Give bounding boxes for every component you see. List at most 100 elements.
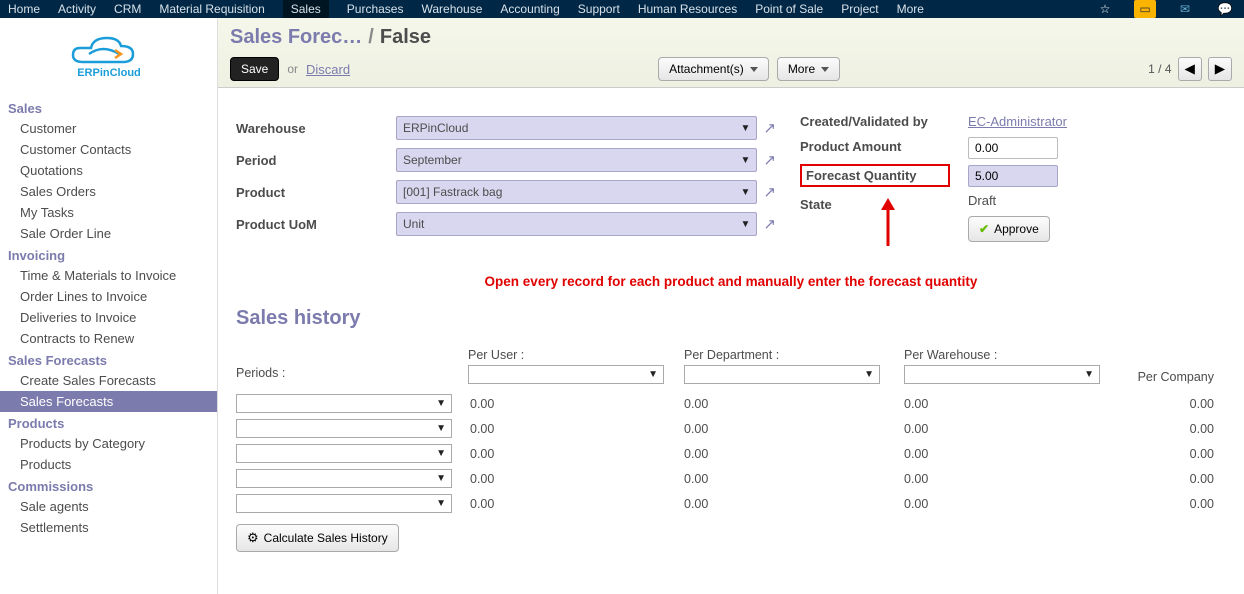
caret-down-icon (750, 67, 758, 72)
amount-input[interactable] (968, 137, 1058, 159)
star-icon[interactable]: ☆ (1094, 0, 1116, 18)
history-row: ▼0.000.000.000.00 (236, 491, 1226, 516)
calculate-history-button[interactable]: ⚙ Calculate Sales History (236, 524, 399, 552)
sidebar-section[interactable]: Sales (0, 97, 217, 118)
per-comp-value: 0.00 (1124, 497, 1226, 511)
nav-crm[interactable]: CRM (114, 2, 141, 16)
sidebar-section[interactable]: Invoicing (0, 244, 217, 265)
per-comp-value: 0.00 (1124, 447, 1226, 461)
sidebar-item[interactable]: Contracts to Renew (0, 328, 217, 349)
amount-label: Product Amount (800, 139, 950, 154)
svg-text:ERPinCloud: ERPinCloud (77, 67, 141, 79)
nav-accounting[interactable]: Accounting (500, 2, 559, 16)
state-value: Draft (968, 193, 1067, 208)
chat-icon[interactable]: 💬 (1214, 0, 1236, 18)
nav-pos[interactable]: Point of Sale (755, 2, 823, 16)
history-row: ▼0.000.000.000.00 (236, 441, 1226, 466)
nav-sales[interactable]: Sales (283, 0, 329, 18)
external-link-icon[interactable]: ↗ (763, 215, 776, 233)
next-button[interactable]: ▶ (1208, 57, 1232, 81)
per-dept-value: 0.00 (684, 447, 904, 461)
period-label: Period (236, 153, 386, 168)
per-dept-select[interactable]: ▼ (684, 365, 880, 384)
nav-warehouse[interactable]: Warehouse (421, 2, 482, 16)
history-row: ▼0.000.000.000.00 (236, 466, 1226, 491)
breadcrumb-root[interactable]: Sales Forec… (230, 26, 362, 49)
breadcrumb-sep: / (368, 26, 374, 49)
uom-select[interactable]: Unit▼ (396, 212, 757, 236)
per-user-label: Per User : (468, 348, 684, 365)
sidebar-item[interactable]: Customer (0, 118, 217, 139)
approve-button[interactable]: ✔Approve (968, 216, 1050, 242)
sidebar-item[interactable]: Sale agents (0, 496, 217, 517)
sidebar-item[interactable]: Deliveries to Invoice (0, 307, 217, 328)
per-user-value: 0.00 (468, 422, 684, 436)
external-link-icon[interactable]: ↗ (763, 151, 776, 169)
period-row-select[interactable]: ▼ (236, 494, 452, 513)
nav-home[interactable]: Home (8, 2, 40, 16)
instruction-text: Open every record for each product and m… (236, 242, 1226, 303)
per-dept-label: Per Department : (684, 348, 904, 365)
sidebar-section[interactable]: Products (0, 412, 217, 433)
breadcrumb: Sales Forec… / False (230, 26, 1232, 57)
period-row-select[interactable]: ▼ (236, 419, 452, 438)
per-wh-value: 0.00 (904, 422, 1124, 436)
per-comp-value: 0.00 (1124, 397, 1226, 411)
sidebar-item[interactable]: My Tasks (0, 202, 217, 223)
sidebar-item[interactable]: Customer Contacts (0, 139, 217, 160)
notes-icon[interactable]: ▭ (1134, 0, 1156, 18)
nav-more[interactable]: More (897, 2, 924, 16)
product-select[interactable]: [001] Fastrack bag▼ (396, 180, 757, 204)
sidebar-section[interactable]: Commissions (0, 475, 217, 496)
sidebar-item[interactable]: Sales Orders (0, 181, 217, 202)
created-value[interactable]: EC-Administrator (968, 112, 1067, 131)
sidebar-section[interactable]: Sales Forecasts (0, 349, 217, 370)
external-link-icon[interactable]: ↗ (763, 183, 776, 201)
periods-label: Periods : (236, 366, 468, 383)
per-wh-value: 0.00 (904, 397, 1124, 411)
per-wh-select[interactable]: ▼ (904, 365, 1100, 384)
more-button[interactable]: More (777, 57, 840, 81)
prev-button[interactable]: ◀ (1178, 57, 1202, 81)
nav-project[interactable]: Project (841, 2, 878, 16)
per-user-value: 0.00 (468, 397, 684, 411)
sidebar-item[interactable]: Sales Forecasts (0, 391, 217, 412)
save-button[interactable]: Save (230, 57, 279, 81)
per-comp-value: 0.00 (1124, 422, 1226, 436)
sidebar: ERPinCloud SalesCustomerCustomer Contact… (0, 18, 218, 594)
per-wh-value: 0.00 (904, 497, 1124, 511)
nav-matreq[interactable]: Material Requisition (159, 2, 264, 16)
or-text: or (287, 62, 298, 76)
sidebar-item[interactable]: Time & Materials to Invoice (0, 265, 217, 286)
period-row-select[interactable]: ▼ (236, 394, 452, 413)
discard-link[interactable]: Discard (306, 62, 350, 77)
warehouse-select[interactable]: ERPinCloud▼ (396, 116, 757, 140)
external-link-icon[interactable]: ↗ (763, 119, 776, 137)
breadcrumb-current: False (380, 26, 431, 49)
per-dept-value: 0.00 (684, 472, 904, 486)
nav-support[interactable]: Support (578, 2, 620, 16)
history-row: ▼0.000.000.000.00 (236, 391, 1226, 416)
forecast-input[interactable] (968, 165, 1058, 187)
per-wh-value: 0.00 (904, 472, 1124, 486)
sidebar-item[interactable]: Products (0, 454, 217, 475)
period-row-select[interactable]: ▼ (236, 444, 452, 463)
per-dept-value: 0.00 (684, 422, 904, 436)
sidebar-item[interactable]: Order Lines to Invoice (0, 286, 217, 307)
per-wh-label: Per Warehouse : (904, 348, 1124, 365)
per-user-select[interactable]: ▼ (468, 365, 664, 384)
sidebar-item[interactable]: Settlements (0, 517, 217, 538)
period-row-select[interactable]: ▼ (236, 469, 452, 488)
per-user-value: 0.00 (468, 497, 684, 511)
sidebar-item[interactable]: Create Sales Forecasts (0, 370, 217, 391)
attachments-button[interactable]: Attachment(s) (658, 57, 769, 81)
sidebar-item[interactable]: Quotations (0, 160, 217, 181)
nav-hr[interactable]: Human Resources (638, 2, 737, 16)
mail-icon[interactable]: ✉ (1174, 0, 1196, 18)
state-label: State (800, 197, 950, 212)
nav-activity[interactable]: Activity (58, 2, 96, 16)
sidebar-item[interactable]: Sale Order Line (0, 223, 217, 244)
sidebar-item[interactable]: Products by Category (0, 433, 217, 454)
nav-purchases[interactable]: Purchases (347, 2, 404, 16)
period-select[interactable]: September▼ (396, 148, 757, 172)
